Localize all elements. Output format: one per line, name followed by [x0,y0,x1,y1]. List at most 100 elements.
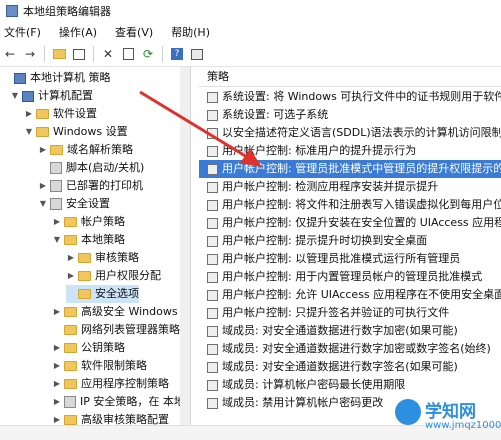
list-item[interactable]: 域成员: 对安全通道数据进行数字加密或数字签名(始终) [199,340,501,358]
chevron-right-icon[interactable]: ▶ [38,177,48,195]
tree-scrollbar[interactable] [180,67,190,425]
tree-node-local-policies[interactable]: ▼ 本地策略 [52,231,125,249]
policy-icon [207,91,218,103]
tree-node-software-restriction[interactable]: ▶ 软件限制策略 [52,357,147,375]
properties-icon[interactable] [120,46,136,62]
chevron-right-icon[interactable]: ▶ [52,393,62,411]
tree-node-computer-config[interactable]: ▼ 计算机配置 [10,87,93,105]
tree-node-software-settings[interactable]: ▶ 软件设置 [24,105,97,123]
app-icon [6,5,18,17]
tree-node-user-rights[interactable]: ▶ 用户权限分配 [66,267,161,285]
chevron-right-icon[interactable]: ▶ [52,357,62,375]
list-item-selected[interactable]: 用户帐户控制: 管理员批准模式中管理员的提升权限提示的... [199,160,501,178]
chevron-right-icon[interactable]: ▶ [38,141,48,159]
list-item[interactable]: 用户帐户控制: 允许 UIAccess 应用程序在不使用安全桌面... [199,286,501,304]
folder-icon [64,325,77,335]
watermark-name: 学知网 [425,402,476,422]
folder-icon [64,415,77,425]
refresh-icon[interactable]: ⟳ [140,46,156,62]
tree-pane[interactable]: 本地计算机 策略 ▼ 计算机配置 ▶ 软件设置 ▼ Windows 设置 ▶ 域… [0,67,191,425]
title-bar: 本地组策略编辑器 [0,0,501,22]
tree-node-printers[interactable]: ▶ 已部署的打印机 [38,177,143,195]
tree-node-security-settings[interactable]: ▼ 安全设置 [38,195,110,213]
tree-node-public-key[interactable]: ▶ 公钥策略 [52,339,125,357]
menu-help[interactable]: 帮助(H) [171,24,210,40]
policy-icon [207,361,218,373]
tree-node-dns-policy[interactable]: ▶ 域名解析策略 [38,141,133,159]
tree-node-advanced-audit[interactable]: ▶ 高级审核策略配置 [52,411,169,425]
tree-node-account-policy[interactable]: ▶ 帐户策略 [52,213,125,231]
list-item[interactable]: 用户帐户控制: 标准用户的提升提示行为 [199,142,501,160]
menu-action[interactable]: 操作(A) [59,24,97,40]
chevron-right-icon[interactable]: ▶ [52,375,62,393]
list-item[interactable]: 域成员: 对安全通道数据进行数字加密(如果可能) [199,322,501,340]
chevron-down-icon[interactable]: ▼ [24,123,34,141]
list-item[interactable]: 用户帐户控制: 只提升签名并验证的可执行文件 [199,304,501,322]
chevron-right-icon[interactable]: ▶ [52,339,62,357]
tree-node-label: 软件设置 [53,107,97,120]
folder-up-icon[interactable] [51,46,67,62]
watermark-url: www.jmqz1000.com [425,420,501,431]
tree-node-label: 网络列表管理器策略 [81,323,180,336]
tree-node-scripts[interactable]: 脚本(启动/关机) [38,159,144,177]
forward-arrow-icon[interactable]: → [22,46,38,62]
chevron-right-icon[interactable]: ▶ [52,411,62,425]
list-item[interactable]: 系统设置: 将 Windows 可执行文件中的证书规则用于软件... [199,88,501,106]
list-item[interactable]: 用户帐户控制: 以管理员批准模式运行所有管理员 [199,250,501,268]
tree-node-label: 高级安全 Windows 防火 [81,305,191,318]
tree-node-label: 帐户策略 [81,215,125,228]
policy-list-pane[interactable]: 策略 系统设置: 将 Windows 可执行文件中的证书规则用于软件... 系统… [199,67,501,425]
tree-node-label: IP 安全策略，在 本地计 [80,395,191,408]
chevron-right-icon[interactable]: ▶ [24,105,34,123]
policy-icon [207,181,218,193]
printer-icon [50,180,62,192]
policy-icon [207,271,218,283]
list-item[interactable]: 用户帐户控制: 提示提升时切换到安全桌面 [199,232,501,250]
tree-node-audit-policy[interactable]: ▶ 审核策略 [66,249,139,267]
folder-icon [64,235,77,245]
chevron-right-icon[interactable]: ▶ [52,303,62,321]
list-item[interactable]: 用户帐户控制: 检测应用程序安装并提示提升 [199,178,501,196]
filter-icon[interactable] [189,46,205,62]
list-item[interactable]: 以安全描述符定义语言(SDDL)语法表示的计算机访问限制 [199,124,501,142]
folder-icon [64,379,77,389]
chevron-right-icon[interactable]: ▶ [52,213,62,231]
tree-node-ip-security[interactable]: ▶ IP 安全策略，在 本地计 [52,393,191,411]
policy-icon [207,127,218,139]
list-item[interactable]: 用户帐户控制: 用于内置管理员帐户的管理员批准模式 [199,268,501,286]
tree-node-firewall[interactable]: ▶ 高级安全 Windows 防火 [52,303,191,321]
list-item[interactable]: 域成员: 计算机帐户密码最长使用期限 [199,376,501,394]
chevron-right-icon[interactable]: ▶ [66,249,76,267]
back-arrow-icon[interactable]: ← [2,46,18,62]
tree-node-label: 用户权限分配 [95,269,161,282]
delete-icon[interactable]: ✕ [100,46,116,62]
tree-node-local-policy[interactable]: 本地计算机 策略 [2,69,111,87]
menu-file[interactable]: 文件(F) [4,24,41,40]
help-icon[interactable]: ? [169,46,185,62]
list-item[interactable]: 域成员: 对安全通道数据进行数字签名(如果可能) [199,358,501,376]
policy-icon [207,325,218,337]
menu-view[interactable]: 查看(V) [115,24,153,40]
computer-icon [22,90,34,102]
tree-node-windows-settings[interactable]: ▼ Windows 设置 [24,123,128,141]
list-item[interactable]: 用户帐户控制: 将文件和注册表写入错误虚拟化到每用户位置 [199,196,501,214]
show-hide-tree-icon[interactable] [71,46,87,62]
chevron-down-icon[interactable]: ▼ [38,195,48,213]
tree-node-network-list[interactable]: 网络列表管理器策略 [52,321,180,339]
chevron-right-icon[interactable]: ▶ [66,267,76,285]
policy-icon [207,235,218,247]
list-item[interactable]: 系统设置: 可选子系统 [199,106,501,124]
policy-icon [207,199,218,211]
toolbar-divider [162,46,163,62]
tree-node-label: 计算机配置 [38,89,93,102]
chevron-down-icon[interactable]: ▼ [10,87,20,105]
column-header-policy[interactable]: 策略 [199,67,501,87]
tree-node-app-control[interactable]: ▶ 应用程序控制策略 [52,375,169,393]
chevron-down-icon[interactable]: ▼ [52,231,62,249]
tree-node-label: 已部署的打印机 [66,179,143,192]
tree-node-label: 脚本(启动/关机) [66,161,145,174]
computer-policy-icon [14,72,26,84]
tree-node-security-options[interactable]: 安全选项 [66,285,139,303]
policy-icon [207,145,218,157]
list-item[interactable]: 用户帐户控制: 仅提升安装在安全位置的 UIAccess 应用程序 [199,214,501,232]
